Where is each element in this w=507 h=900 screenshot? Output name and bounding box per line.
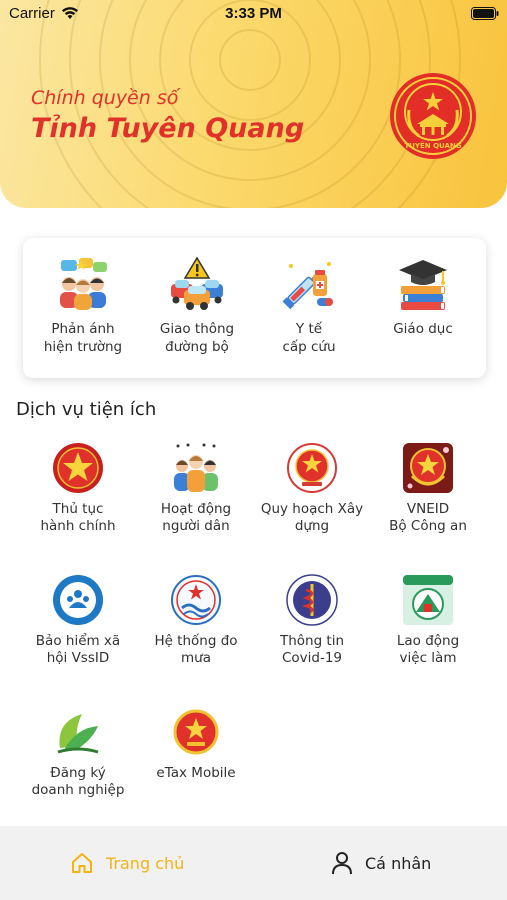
service-labor-employment[interactable]: Lao động việc làm — [366, 574, 490, 667]
service-administrative-procedures[interactable]: Thủ tục hành chính — [16, 442, 140, 535]
service-etax-mobile[interactable]: eTax Mobile — [134, 706, 258, 782]
nav-profile-label: Cá nhân — [365, 853, 432, 873]
emblem-planning-icon — [287, 443, 337, 493]
province-emblem-icon: TUYÊN QUANG — [390, 73, 476, 159]
service-label: Quy hoạch Xây dựng — [260, 501, 364, 534]
quick-action-education[interactable]: Giáo dục — [367, 256, 479, 338]
social-insurance-icon — [53, 575, 103, 625]
nav-profile[interactable]: Cá nhân — [331, 848, 431, 878]
service-label: Hệ thống đo mưa — [154, 633, 238, 666]
traffic-cars-icon — [171, 256, 223, 310]
people-group-icon — [174, 443, 218, 492]
quick-action-traffic[interactable]: Giao thông đường bộ — [141, 256, 253, 356]
labor-employment-icon — [403, 575, 453, 625]
service-label: Lao động việc làm — [396, 633, 460, 666]
service-rain-measurement[interactable]: Hệ thống đo mưa — [134, 574, 258, 667]
quick-action-label: Giáo dục — [393, 321, 453, 337]
quick-action-field-report[interactable]: Phản ánh hiện trường — [27, 256, 139, 356]
service-label: eTax Mobile — [156, 765, 236, 781]
service-construction-planning[interactable]: Quy hoạch Xây dựng — [250, 442, 374, 535]
service-vneid[interactable]: VNEID Bộ Công an — [366, 442, 490, 535]
service-business-registration[interactable]: Đăng ký doanh nghiệp — [16, 706, 140, 799]
service-label: Bảo hiểm xã hội VssID — [35, 633, 121, 666]
red-star-icon — [53, 443, 103, 493]
app-subtitle: Chính quyền số — [31, 87, 179, 109]
emblem-text: TUYÊN QUANG — [404, 141, 461, 150]
bottom-navigation: Trang chủ Cá nhân — [0, 826, 507, 900]
quick-action-medical[interactable]: Y tế cấp cứu — [253, 256, 365, 356]
service-citizen-activities[interactable]: Hoạt động người dân — [134, 442, 258, 535]
national-emblem-icon — [173, 709, 219, 755]
people-feedback-icon — [60, 258, 107, 310]
service-label: Hoạt động người dân — [160, 501, 232, 534]
home-icon — [72, 853, 92, 873]
quick-action-label: Y tế cấp cứu — [282, 321, 336, 355]
battery-icon — [471, 7, 499, 20]
service-label: Thông tin Covid-19 — [279, 633, 345, 666]
leaf-business-icon — [57, 714, 99, 754]
user-icon — [332, 852, 352, 875]
nav-home-label: Trang chủ — [106, 853, 185, 873]
quick-action-label: Phản ánh hiện trường — [43, 321, 123, 355]
clock: 3:33 PM — [225, 5, 282, 22]
service-covid-info[interactable]: Thông tin Covid-19 — [250, 574, 374, 667]
nav-home[interactable]: Trang chủ — [70, 848, 184, 878]
health-ministry-icon — [286, 574, 338, 626]
services-title: Dịch vụ tiện ích — [16, 399, 157, 420]
app-title: Tỉnh Tuyên Quang — [31, 113, 305, 144]
status-bar: Carrier 3:33 PM — [0, 0, 507, 30]
graduation-books-icon — [399, 260, 447, 310]
quick-actions-card: Phản ánh hiện trường Giao thông đường bộ — [23, 238, 486, 378]
quick-action-label: Giao thông đường bộ — [159, 321, 235, 355]
service-label: Đăng ký doanh nghiệp — [31, 765, 125, 798]
rain-measure-icon — [171, 575, 221, 625]
police-badge-icon — [403, 443, 453, 493]
service-social-insurance[interactable]: Bảo hiểm xã hội VssID — [16, 574, 140, 667]
service-label: Thủ tục hành chính — [40, 501, 116, 534]
header-banner: Carrier 3:33 PM Chính quyền số Tỉnh Tuyê… — [0, 0, 507, 208]
service-label: VNEID Bộ Công an — [389, 501, 467, 534]
medical-syringe-icon — [282, 262, 333, 310]
